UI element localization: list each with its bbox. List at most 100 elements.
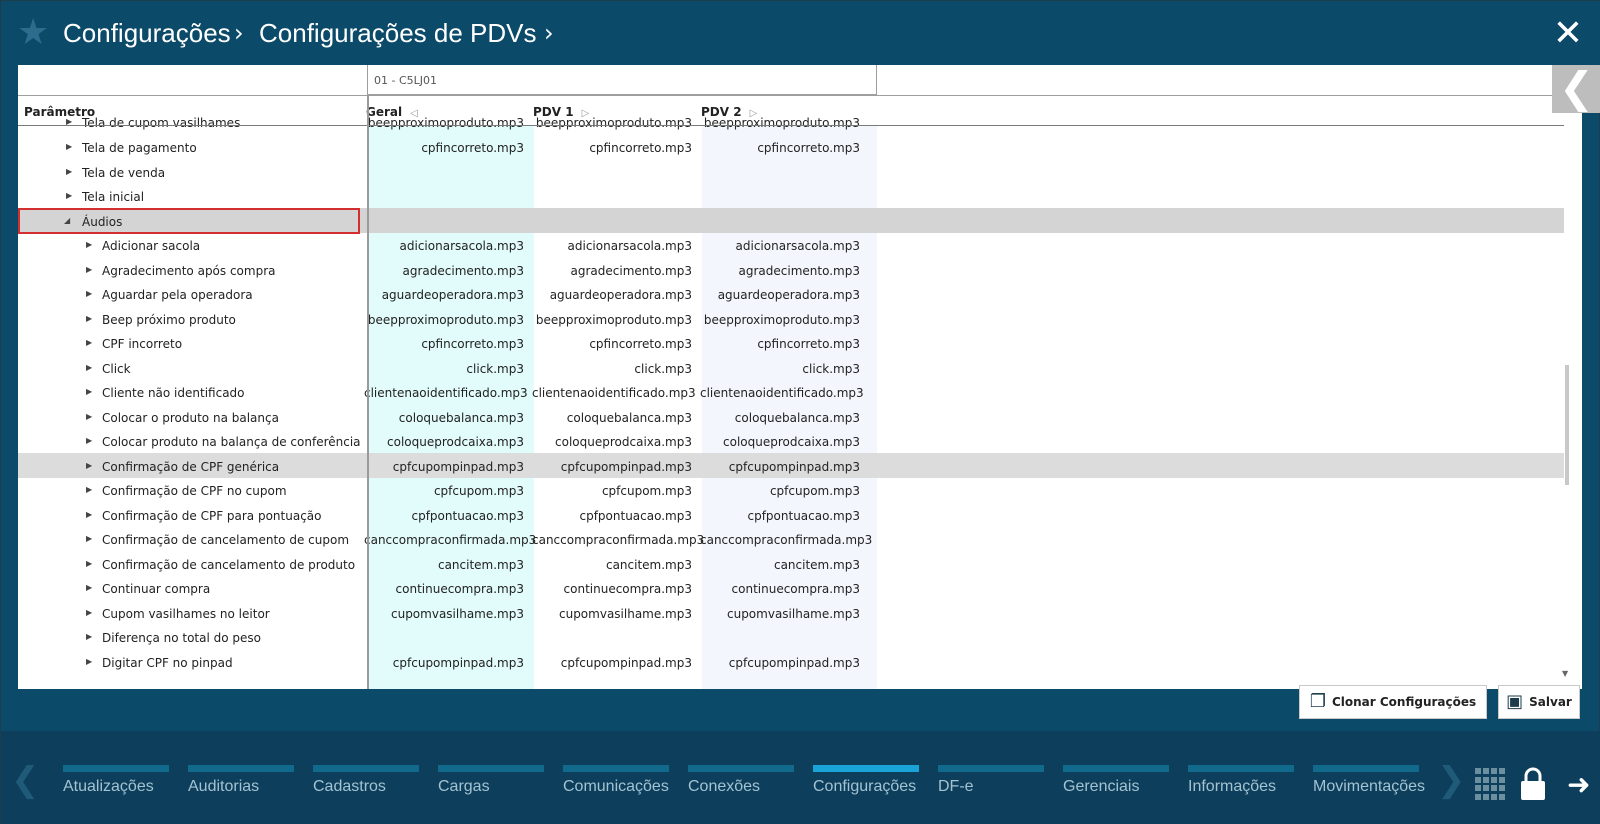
cell-geral[interactable]: canccompraconfirmada.mp3: [364, 533, 536, 547]
cell-pdv2[interactable]: cpfincorreto.mp3: [700, 337, 860, 351]
cell-pdv1[interactable]: beepproximoproduto.mp3: [532, 116, 692, 130]
table-row[interactable]: ▶ Diferença no total do peso: [18, 625, 1564, 650]
nav-item-comunicacoes[interactable]: Comunicações: [563, 765, 669, 796]
expand-arrow-icon[interactable]: ▶: [86, 363, 94, 373]
expand-arrow-icon[interactable]: ▶: [86, 289, 94, 299]
save-button[interactable]: ▣ Salvar: [1498, 685, 1580, 719]
cell-geral[interactable]: coloquebalanca.mp3: [364, 411, 524, 425]
cell-pdv1[interactable]: aguardeoperadora.mp3: [532, 288, 692, 302]
cell-pdv2[interactable]: cpfincorreto.mp3: [700, 141, 860, 155]
cell-geral[interactable]: agradecimento.mp3: [364, 264, 524, 278]
cell-pdv1[interactable]: continuecompra.mp3: [532, 582, 692, 596]
nav-item-auditorias[interactable]: Auditorias: [188, 765, 294, 796]
table-row[interactable]: ▶ Cliente não identificado clientenaoide…: [18, 380, 1564, 405]
expand-arrow-icon[interactable]: ▶: [66, 191, 74, 201]
cell-geral[interactable]: cpfincorreto.mp3: [364, 141, 524, 155]
cell-pdv2[interactable]: agradecimento.mp3: [700, 264, 860, 278]
nav-item-configuracoes[interactable]: Configurações: [813, 765, 919, 796]
table-row[interactable]: ▶ Digitar CPF no pinpad cpfcupompinpad.m…: [18, 650, 1564, 675]
expand-arrow-icon[interactable]: ▶: [86, 387, 94, 397]
expand-arrow-icon[interactable]: ▶: [86, 583, 94, 593]
close-icon[interactable]: ✕: [1551, 16, 1585, 52]
cell-geral[interactable]: cpfpontuacao.mp3: [364, 509, 524, 523]
table-row[interactable]: ▶ Aguardar pela operadora aguardeoperado…: [18, 282, 1564, 307]
expand-arrow-icon[interactable]: ▶: [66, 167, 74, 177]
expand-arrow-icon[interactable]: ▶: [86, 485, 94, 495]
table-row[interactable]: ▶ Beep próximo produto beepproximoprodut…: [18, 307, 1564, 332]
cell-geral[interactable]: cupomvasilhame.mp3: [364, 607, 524, 621]
nav-item-atualizacoes[interactable]: Atualizações: [63, 765, 169, 796]
nav-item-gerenciais[interactable]: Gerenciais: [1063, 765, 1169, 796]
table-row[interactable]: ▶ Agradecimento após compra agradeciment…: [18, 258, 1564, 283]
cell-pdv2[interactable]: cpfpontuacao.mp3: [700, 509, 860, 523]
expand-arrow-icon[interactable]: ▶: [86, 265, 94, 275]
cell-pdv2[interactable]: continuecompra.mp3: [700, 582, 860, 596]
cell-geral[interactable]: continuecompra.mp3: [364, 582, 524, 596]
expand-arrow-icon[interactable]: ▶: [86, 559, 94, 569]
cell-pdv2[interactable]: cpfcupompinpad.mp3: [700, 460, 860, 474]
expand-arrow-icon[interactable]: ▶: [86, 657, 94, 667]
cell-pdv1[interactable]: cpfcupompinpad.mp3: [532, 656, 692, 670]
breadcrumb-chevron-icon[interactable]: ›: [544, 17, 554, 49]
table-row[interactable]: ▶ Continuar compra continuecompra.mp3 co…: [18, 576, 1564, 601]
nav-item-dfe[interactable]: DF-e: [938, 765, 1044, 796]
nav-item-cargas[interactable]: Cargas: [438, 765, 544, 796]
table-row[interactable]: ▶ Tela de venda: [18, 160, 1564, 185]
vertical-scrollbar[interactable]: [1565, 365, 1569, 485]
expand-arrow-icon[interactable]: ▶: [86, 338, 94, 348]
column-splitter[interactable]: [367, 95, 369, 689]
cell-geral[interactable]: click.mp3: [364, 362, 524, 376]
cell-pdv1[interactable]: cpfpontuacao.mp3: [532, 509, 692, 523]
cell-pdv2[interactable]: coloquebalanca.mp3: [700, 411, 860, 425]
cell-pdv2[interactable]: cpfcupompinpad.mp3: [700, 656, 860, 670]
cell-geral[interactable]: coloqueprodcaixa.mp3: [364, 435, 524, 449]
cell-geral[interactable]: beepproximoproduto.mp3: [364, 313, 524, 327]
cell-pdv1[interactable]: cancitem.mp3: [532, 558, 692, 572]
table-row[interactable]: ▶ Confirmação de CPF para pontuação cpfp…: [18, 503, 1564, 528]
cell-pdv2[interactable]: beepproximoproduto.mp3: [700, 313, 860, 327]
nav-item-movimentacoes[interactable]: Movimentações: [1313, 765, 1425, 796]
cell-geral[interactable]: adicionarsacola.mp3: [364, 239, 524, 253]
cell-pdv1[interactable]: cpfincorreto.mp3: [532, 141, 692, 155]
expand-arrow-icon[interactable]: ▶: [86, 608, 94, 618]
nav-next-icon[interactable]: ❯: [1437, 763, 1466, 797]
table-row[interactable]: ▶ Tela de cupom vasilhames beepproximopr…: [18, 110, 1564, 135]
nav-item-informacoes[interactable]: Informações: [1188, 765, 1294, 796]
breadcrumb-configuracoes[interactable]: Configurações: [63, 17, 231, 49]
nav-item-conexoes[interactable]: Conexões: [688, 765, 794, 796]
cell-geral[interactable]: cpfcupompinpad.mp3: [364, 656, 524, 670]
table-row[interactable]: ▶ Colocar produto na balança de conferên…: [18, 429, 1564, 454]
cell-geral[interactable]: cpfincorreto.mp3: [364, 337, 524, 351]
cell-pdv1[interactable]: canccompraconfirmada.mp3: [532, 533, 704, 547]
table-row[interactable]: ▶ Confirmação de CPF no cupom cpfcupom.m…: [18, 478, 1564, 503]
table-row[interactable]: ▶ Tela inicial: [18, 184, 1564, 209]
cell-pdv1[interactable]: cupomvasilhame.mp3: [532, 607, 692, 621]
expand-arrow-icon[interactable]: ▶: [66, 142, 74, 152]
cell-pdv2[interactable]: cancitem.mp3: [700, 558, 860, 572]
table-row[interactable]: ▶ CPF incorreto cpfincorreto.mp3 cpfinco…: [18, 331, 1564, 356]
cell-pdv2[interactable]: clientenaoidentificado.mp3: [700, 386, 864, 400]
cell-pdv2[interactable]: cpfcupom.mp3: [700, 484, 860, 498]
cell-pdv2[interactable]: click.mp3: [700, 362, 860, 376]
table-row[interactable]: ▶ Confirmação de CPF genérica cpfcupompi…: [18, 454, 1564, 479]
expand-arrow-icon[interactable]: ▶: [86, 412, 94, 422]
cell-pdv1[interactable]: cpfcupompinpad.mp3: [532, 460, 692, 474]
star-icon[interactable]: ★: [17, 15, 53, 51]
table-row[interactable]: ▶ Click click.mp3 click.mp3 click.mp3: [18, 356, 1564, 381]
cell-pdv2[interactable]: cupomvasilhame.mp3: [700, 607, 860, 621]
cell-pdv1[interactable]: adicionarsacola.mp3: [532, 239, 692, 253]
cell-pdv1[interactable]: coloqueprodcaixa.mp3: [532, 435, 692, 449]
table-row[interactable]: ▶ Adicionar sacola adicionarsacola.mp3 a…: [18, 233, 1564, 258]
cell-pdv1[interactable]: coloquebalanca.mp3: [532, 411, 692, 425]
cell-geral[interactable]: clientenaoidentificado.mp3: [364, 386, 528, 400]
expand-arrow-icon[interactable]: ▶: [86, 632, 94, 642]
cell-pdv1[interactable]: beepproximoproduto.mp3: [532, 313, 692, 327]
cell-geral[interactable]: aguardeoperadora.mp3: [364, 288, 524, 302]
cell-geral[interactable]: cpfcupompinpad.mp3: [364, 460, 524, 474]
cell-pdv2[interactable]: aguardeoperadora.mp3: [700, 288, 860, 302]
expand-arrow-icon[interactable]: ▶: [86, 436, 94, 446]
cell-pdv2[interactable]: adicionarsacola.mp3: [700, 239, 860, 253]
cell-pdv1[interactable]: agradecimento.mp3: [532, 264, 692, 278]
cell-pdv2[interactable]: canccompraconfirmada.mp3: [700, 533, 872, 547]
cell-geral[interactable]: cpfcupom.mp3: [364, 484, 524, 498]
